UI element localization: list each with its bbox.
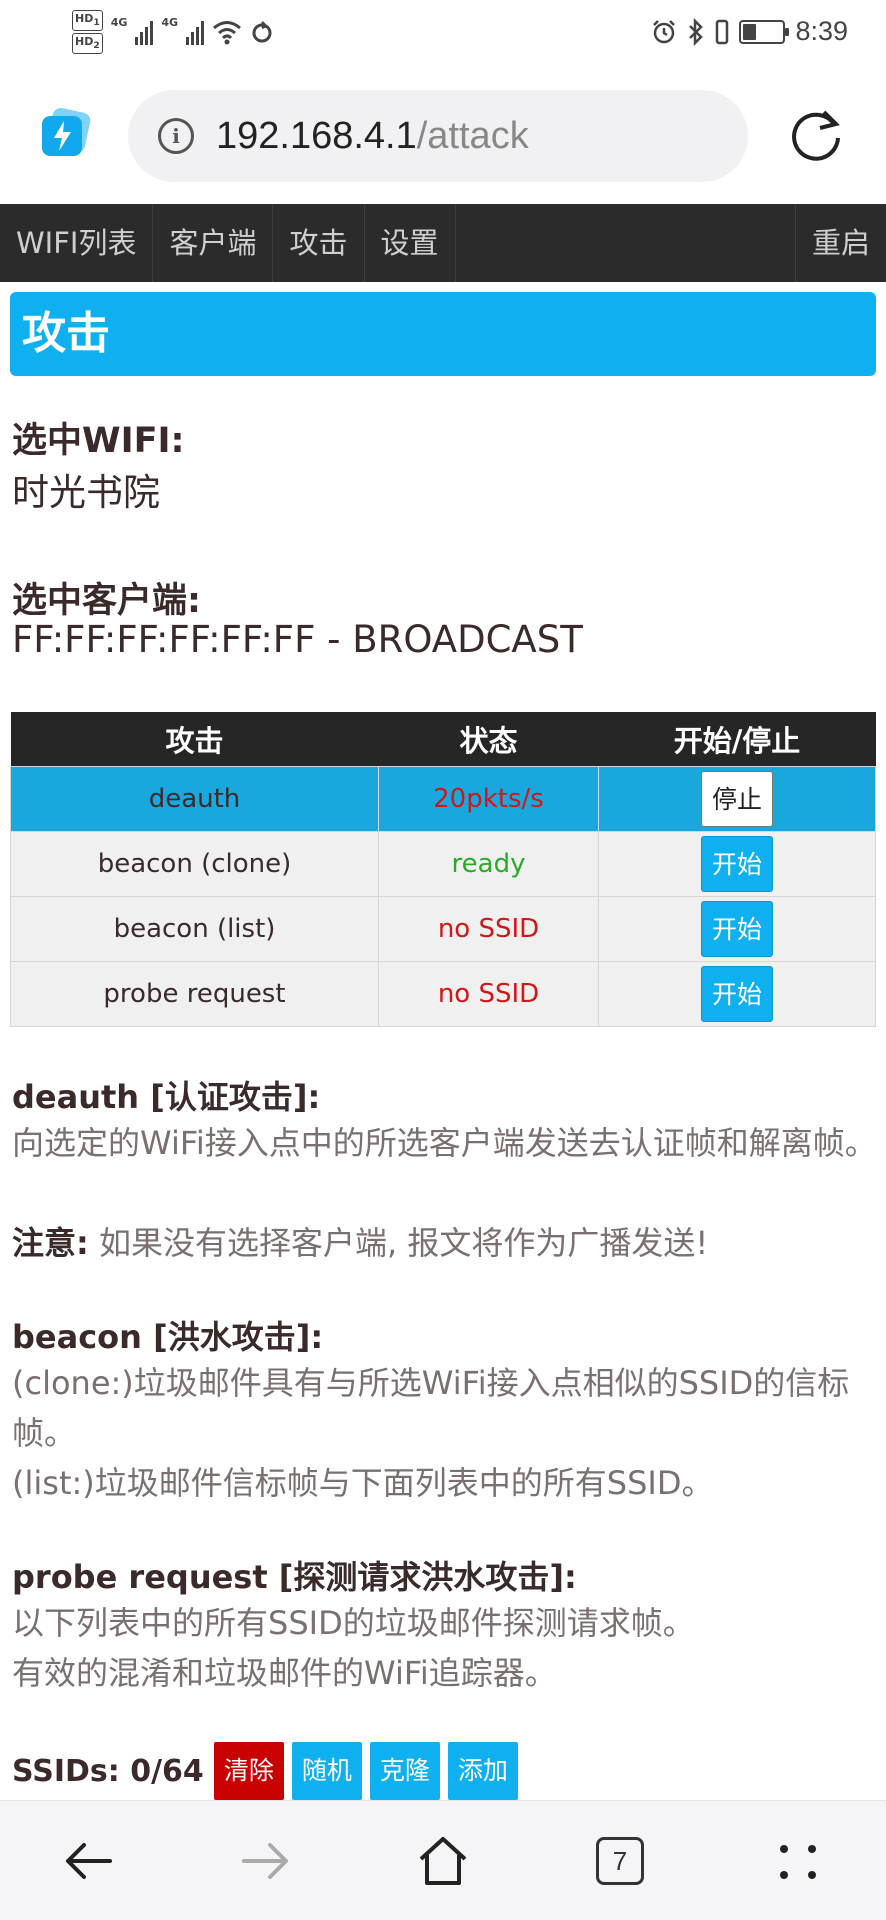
nav-attack[interactable]: 攻击 xyxy=(273,204,365,282)
page-title: 攻击 xyxy=(10,292,876,376)
signal1-icon xyxy=(135,19,154,46)
col-attack: 攻击 xyxy=(10,712,379,766)
data-saver-icon xyxy=(252,21,272,43)
vibrate-icon xyxy=(716,19,729,44)
menu-icon[interactable] xyxy=(768,1831,828,1891)
table-row: beacon (list) no SSID 开始 xyxy=(10,895,876,962)
address-bar[interactable]: i 192.168.4.1/attack xyxy=(128,90,748,182)
battery-icon xyxy=(739,19,790,44)
start-button[interactable]: 开始 xyxy=(701,835,773,892)
alarm-icon xyxy=(653,19,676,43)
selected-wifi-label: 选中WIFI: xyxy=(12,421,185,461)
table-row: probe request no SSID 开始 xyxy=(10,960,876,1027)
net1-label: 4G xyxy=(110,16,128,29)
nav-settings[interactable]: 设置 xyxy=(365,204,456,282)
attack-status: no SSID xyxy=(378,895,599,962)
hd2-sub: 2 xyxy=(93,40,100,52)
note-label: 注意: xyxy=(12,1224,89,1262)
net2-label: 4G xyxy=(161,16,179,29)
attack-action-cell: 开始 xyxy=(598,830,876,897)
probe-description-2: 有效的混淆和垃圾邮件的WiFi追踪器。 xyxy=(12,1654,557,1692)
ssid-controls: SSIDs: 0/64 清除 随机 克隆 添加 xyxy=(12,1742,518,1800)
status-right: 8:39 xyxy=(651,16,848,47)
table-row: beacon (clone) ready 开始 xyxy=(10,830,876,897)
probe-description-1: 以下列表中的所有SSID的垃圾邮件探测请求帧。 xyxy=(12,1604,695,1642)
tabs-button[interactable]: 7 xyxy=(596,1837,644,1885)
col-status: 状态 xyxy=(378,712,599,766)
attack-action-cell: 开始 xyxy=(598,960,876,1027)
clone-ssids-button[interactable]: 克隆 xyxy=(369,1742,440,1800)
browser-bottom-bar: 7 xyxy=(0,1800,886,1920)
status-bar: HD1 HD2 4G 4G 8:39 xyxy=(0,0,886,66)
attack-name: deauth xyxy=(10,765,379,832)
clock: 8:39 xyxy=(795,16,848,46)
status-left: HD1 HD2 4G 4G xyxy=(72,10,274,55)
wifi-icon xyxy=(213,21,242,45)
signal2-icon xyxy=(186,19,205,46)
selected-client-value: FF:FF:FF:FF:FF:FF - BROADCAST xyxy=(12,618,583,661)
site-nav: WIFI列表 客户端 攻击 设置 重启 xyxy=(0,204,886,282)
back-icon[interactable] xyxy=(58,1831,118,1891)
beacon-clone-description: (clone:)垃圾邮件具有与所选WiFi接入点相似的SSID的信标帧。 xyxy=(12,1364,850,1452)
attack-name: beacon (clone) xyxy=(10,830,379,897)
hd1-icon: HD1 xyxy=(72,10,103,32)
table-header-row: 攻击 状态 开始/停止 xyxy=(10,712,876,766)
hd-indicators: HD1 HD2 xyxy=(72,10,103,55)
note-text: 如果没有选择客户端, 报文将作为广播发送! xyxy=(88,1224,709,1262)
note-paragraph: 注意: 如果没有选择客户端, 报文将作为广播发送! xyxy=(12,1218,878,1268)
add-ssid-button[interactable]: 添加 xyxy=(447,1742,518,1800)
beacon-list-description: (list:)垃圾邮件信标帧与下面列表中的所有SSID。 xyxy=(12,1464,714,1502)
start-button[interactable]: 开始 xyxy=(701,900,773,957)
hd1-label: HD xyxy=(75,12,94,25)
selected-client-label: 选中客户端: xyxy=(12,581,201,621)
home-icon[interactable] xyxy=(413,1831,473,1891)
hd2-label: HD xyxy=(75,35,94,49)
site-info-icon[interactable]: i xyxy=(158,118,194,154)
nav-wifi-list[interactable]: WIFI列表 xyxy=(0,204,154,282)
browser-toolbar: i 192.168.4.1/attack xyxy=(0,66,886,204)
selected-wifi-value: 时光书院 xyxy=(12,471,160,514)
probe-title: probe request [探测请求洪水攻击]: xyxy=(12,1558,577,1596)
attack-table: 攻击 状态 开始/停止 deauth 20pkts/s 停止 beacon (c… xyxy=(10,712,876,1027)
reload-icon[interactable] xyxy=(788,106,846,164)
attack-status: ready xyxy=(378,830,599,897)
random-ssids-button[interactable]: 随机 xyxy=(291,1742,362,1800)
battery-fill xyxy=(743,23,757,40)
clear-ssids-button[interactable]: 清除 xyxy=(213,1742,284,1800)
hd2-icon: HD2 xyxy=(72,33,103,55)
hd1-sub: 1 xyxy=(93,17,100,29)
deauth-description: 向选定的WiFi接入点中的所选客户端发送去认证帧和解离帧。 xyxy=(12,1124,877,1162)
stop-button[interactable]: 停止 xyxy=(701,770,773,827)
url-host: 192.168.4.1 xyxy=(216,114,417,157)
browser-logo-icon[interactable] xyxy=(40,106,94,160)
table-row: deauth 20pkts/s 停止 xyxy=(10,765,876,832)
nav-restart[interactable]: 重启 xyxy=(794,204,886,282)
deauth-title: deauth [认证攻击]: xyxy=(12,1078,321,1116)
beacon-title: beacon [洪水攻击]: xyxy=(12,1318,324,1356)
attack-action-cell: 开始 xyxy=(598,895,876,962)
main-content: 攻击 选中WIFI: 时光书院 选中客户端: FF:FF:FF:FF:FF:FF… xyxy=(0,282,886,1800)
attack-name: probe request xyxy=(10,960,379,1027)
ssid-count: SSIDs: 0/64 xyxy=(12,1753,204,1789)
url-path: /attack xyxy=(416,114,529,157)
nav-clients[interactable]: 客户端 xyxy=(153,204,274,282)
col-start-stop: 开始/停止 xyxy=(598,712,876,766)
attack-name: beacon (list) xyxy=(10,895,379,962)
bluetooth-icon xyxy=(689,17,704,46)
forward-icon[interactable] xyxy=(236,1831,296,1891)
attack-status: no SSID xyxy=(378,960,599,1027)
start-button[interactable]: 开始 xyxy=(701,965,773,1022)
url-text[interactable]: 192.168.4.1/attack xyxy=(216,115,529,158)
attack-action-cell: 停止 xyxy=(598,765,876,832)
attack-status: 20pkts/s xyxy=(378,765,599,832)
